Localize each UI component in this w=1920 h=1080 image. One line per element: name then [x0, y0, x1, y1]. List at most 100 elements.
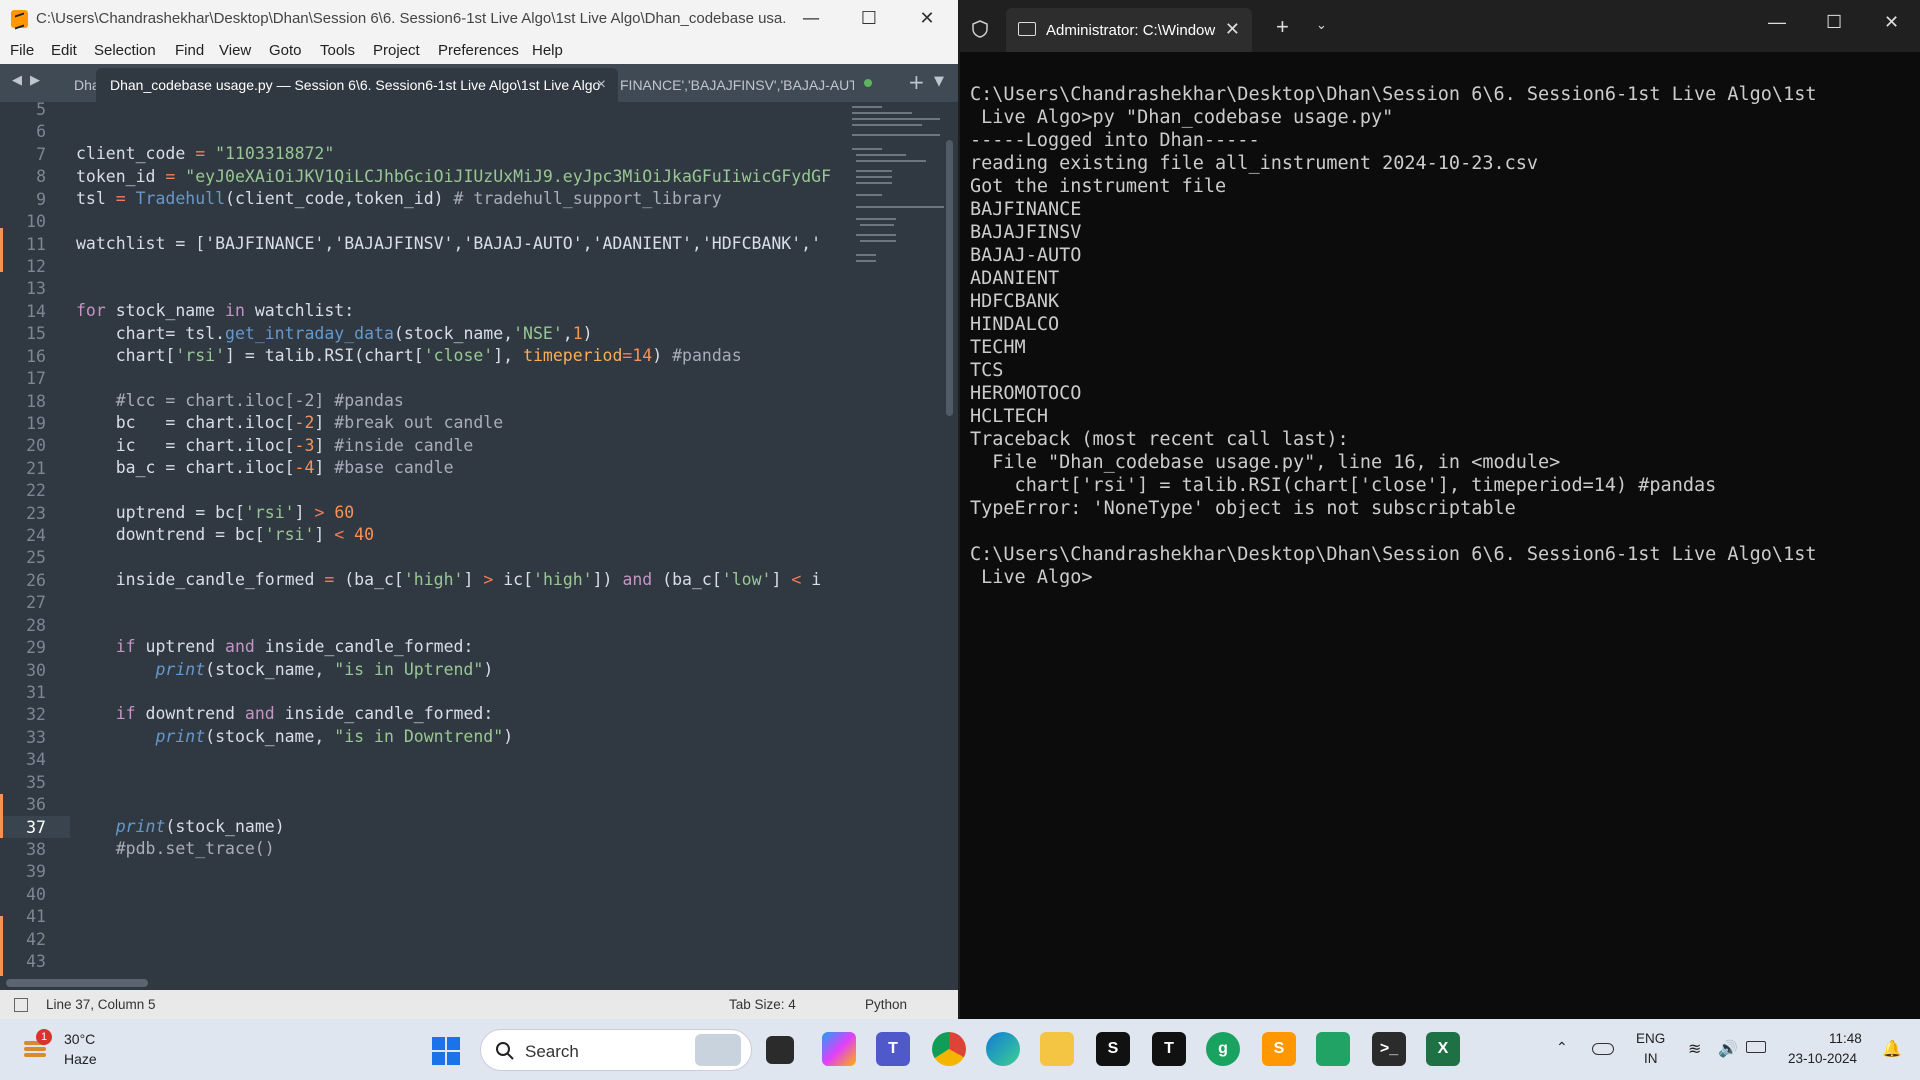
code-line-21: ba_c = chart.iloc[-4] #base candle: [76, 458, 454, 477]
maximize-button[interactable]: ☐: [840, 0, 898, 38]
tab-size[interactable]: Tab Size: 4: [729, 997, 796, 1012]
menu-find[interactable]: Find: [175, 42, 204, 59]
sublime-text-icon[interactable]: S: [1262, 1032, 1296, 1066]
terminal-line: -----Logged into Dhan-----: [970, 130, 1260, 151]
edge-icon[interactable]: [986, 1032, 1020, 1066]
line-number: 33: [26, 728, 46, 747]
horizontal-scrollbar[interactable]: [6, 979, 148, 987]
taskbar-search[interactable]: Search: [480, 1029, 752, 1071]
terminal-line: TCS: [970, 360, 1004, 381]
tab-next-icon[interactable]: ▶: [30, 73, 40, 88]
line-number: 13: [26, 279, 46, 298]
windows-start-icon[interactable]: [432, 1037, 460, 1065]
line-number: 19: [26, 414, 46, 433]
line-number: 11: [26, 235, 46, 254]
weather-badge: 1: [36, 1029, 52, 1045]
battery-icon[interactable]: [1746, 1041, 1766, 1053]
weather-desc: Haze: [64, 1051, 97, 1067]
tradingview-icon[interactable]: T: [1152, 1032, 1186, 1066]
line-number: 21: [26, 459, 46, 478]
menu-help[interactable]: Help: [532, 42, 563, 59]
terminal-line: TypeError: 'NoneType' object is not subs…: [970, 498, 1516, 519]
task-view-icon[interactable]: [766, 1036, 794, 1064]
tab-prev-icon[interactable]: ◀: [12, 73, 22, 88]
copilot-icon[interactable]: [822, 1032, 856, 1066]
terminal-output[interactable]: C:\Users\Chandrashekhar\Desktop\Dhan\Ses…: [970, 83, 1910, 589]
clock-date[interactable]: 23-10-2024: [1788, 1051, 1857, 1066]
chrome-icon[interactable]: [932, 1032, 966, 1066]
tab-bar: ◀ ▶ Dha Dhan_codebase usage.py — Session…: [0, 64, 958, 102]
line-number: 15: [26, 324, 46, 343]
whatsapp-icon[interactable]: g: [1206, 1032, 1240, 1066]
region-label[interactable]: IN: [1644, 1051, 1658, 1066]
vertical-scrollbar[interactable]: [946, 140, 953, 416]
onedrive-icon[interactable]: [1592, 1043, 1614, 1055]
new-tab-icon[interactable]: +: [908, 70, 925, 94]
notification-bell-icon[interactable]: 🔔: [1882, 1039, 1902, 1059]
menu-file[interactable]: File: [10, 42, 34, 59]
file-explorer-icon[interactable]: [1040, 1032, 1074, 1066]
menu-view[interactable]: View: [219, 42, 251, 59]
tab-close-icon[interactable]: ✕: [1225, 19, 1240, 40]
weather-icon[interactable]: 1: [22, 1029, 52, 1057]
maximize-button[interactable]: ☐: [1826, 12, 1842, 33]
code-line-8: token_id = "eyJ0eXAiOiJKV1QiLCJhbGciOiJI…: [76, 167, 831, 186]
menu-selection[interactable]: Selection: [94, 42, 156, 59]
line-gutter: 5 6 7 8 9 10 11 12 13 14 15 16 17 18 19 …: [0, 100, 70, 978]
code-line-7: client_code = "1103318872": [76, 144, 335, 163]
search-icon: [496, 1042, 514, 1060]
line-number: 39: [26, 862, 46, 881]
terminal-tab[interactable]: Administrator: C:\Windows\System32 ✕: [1006, 8, 1252, 52]
line-number: 9: [36, 190, 46, 209]
minimize-button[interactable]: —: [1768, 12, 1786, 33]
line-number: 27: [26, 593, 46, 612]
wifi-icon[interactable]: ≋: [1688, 1039, 1701, 1059]
menu-project[interactable]: Project: [373, 42, 420, 59]
line-number: 7: [36, 145, 46, 164]
menu-edit[interactable]: Edit: [51, 42, 77, 59]
code-line-37: print(stock_name): [115, 817, 285, 836]
code-line-16: chart['rsi'] = talib.RSI(chart['close'],…: [76, 346, 742, 365]
code-line-33: print(stock_name, "is in Downtrend"): [155, 727, 514, 746]
line-number: 35: [26, 773, 46, 792]
tab-left-partial[interactable]: Dha: [74, 68, 96, 102]
line-number: 28: [26, 616, 46, 635]
clock-time[interactable]: 11:48: [1829, 1031, 1862, 1046]
terminal-line: BAJFINANCE: [970, 199, 1082, 220]
sublime-text-icon: [11, 10, 28, 28]
app-icon[interactable]: S: [1096, 1032, 1130, 1066]
terminal-icon[interactable]: >_: [1372, 1032, 1406, 1066]
chevron-up-icon[interactable]: ⌃: [1556, 1039, 1568, 1056]
code-editor[interactable]: client_code = "1103318872" token_id = "e…: [76, 102, 852, 978]
terminal-line: reading existing file all_instrument 202…: [970, 153, 1539, 174]
close-button[interactable]: ✕: [898, 0, 956, 38]
search-highlight-icon: [695, 1034, 741, 1066]
new-tab-icon[interactable]: +: [1276, 14, 1289, 40]
line-number: 32: [26, 705, 46, 724]
syntax-mode[interactable]: Python: [865, 997, 907, 1012]
panel-toggle-icon[interactable]: [14, 998, 28, 1012]
close-button[interactable]: ✕: [1884, 12, 1899, 33]
teams-icon[interactable]: T: [876, 1032, 910, 1066]
volume-icon[interactable]: 🔊: [1718, 1039, 1738, 1059]
weather-temp: 30°C: [64, 1031, 96, 1047]
sheets-icon[interactable]: [1316, 1032, 1350, 1066]
tab-right-partial[interactable]: FINANCE','BAJAJFINSV','BAJAJ-AUTO': [620, 68, 854, 102]
minimize-button[interactable]: —: [782, 0, 840, 38]
tab-active[interactable]: Dhan_codebase usage.py — Session 6\6. Se…: [96, 68, 618, 102]
tab-list-icon[interactable]: ▼: [934, 74, 944, 89]
chevron-down-icon[interactable]: ⌄: [1316, 18, 1327, 33]
excel-icon[interactable]: X: [1426, 1032, 1460, 1066]
line-number: 12: [26, 257, 46, 276]
menu-tools[interactable]: Tools: [320, 42, 355, 59]
tab-dirty-icon: [864, 79, 872, 87]
menu-preferences[interactable]: Preferences: [438, 42, 519, 59]
menu-goto[interactable]: Goto: [269, 42, 302, 59]
code-line-19: bc = chart.iloc[-2] #break out candle: [76, 413, 504, 432]
cursor-position: Line 37, Column 5: [46, 997, 156, 1012]
terminal-icon: [1018, 22, 1036, 36]
minimap[interactable]: [852, 104, 944, 304]
code-line-26: inside_candle_formed = (ba_c['high'] > i…: [76, 570, 822, 589]
language-label[interactable]: ENG: [1636, 1031, 1665, 1046]
tab-close-icon[interactable]: ×: [597, 68, 606, 102]
